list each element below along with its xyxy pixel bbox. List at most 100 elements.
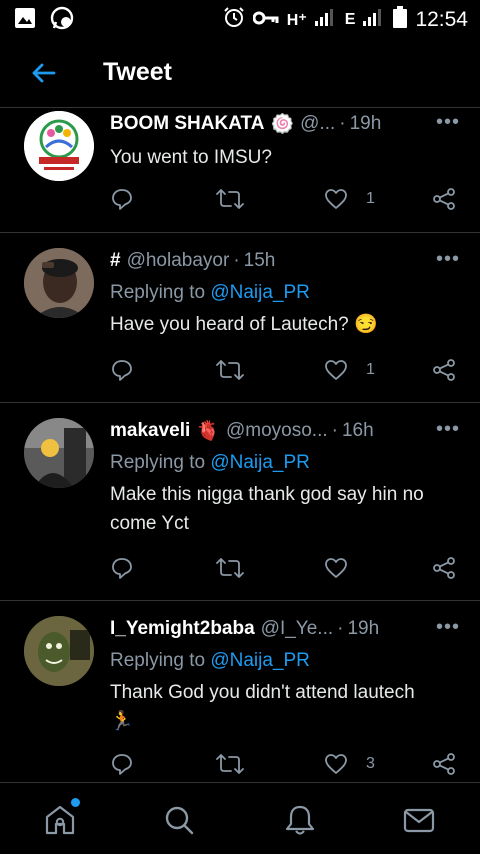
share-icon xyxy=(432,358,456,382)
tweet-text: Make this nigga thank god say hin no com… xyxy=(110,484,424,534)
mention-link[interactable]: @Naija_PR xyxy=(210,452,310,473)
retweet-button[interactable] xyxy=(216,358,244,382)
network-type-label: H⁺ xyxy=(286,12,307,29)
like-count: 3 xyxy=(366,755,375,772)
avatar-logo-image xyxy=(24,111,94,181)
reply-button[interactable] xyxy=(110,752,134,776)
more-options-icon[interactable]: ••• xyxy=(436,111,460,134)
avatar[interactable] xyxy=(24,616,94,686)
like-count: 1 xyxy=(366,361,375,378)
tweet-item[interactable]: I_Yemight2baba @I_Ye... · 19h ••• Replyi… xyxy=(0,602,480,782)
tweet-item[interactable]: makaveli 🫀 @moyoso... · 16h ••• Replying… xyxy=(0,404,480,601)
replying-to-line: Replying to @Naija_PR xyxy=(110,280,460,306)
tweet-text-emoji: 🏃 xyxy=(110,711,134,732)
tweet-author-name[interactable]: # xyxy=(110,250,121,272)
tweet-timestamp: 15h xyxy=(243,250,276,271)
reply-icon xyxy=(110,358,134,382)
more-options-icon[interactable]: ••• xyxy=(436,616,460,639)
heart-icon xyxy=(324,556,348,580)
share-icon xyxy=(432,187,456,211)
messages-icon[interactable] xyxy=(402,803,436,837)
reply-icon xyxy=(110,556,134,580)
reply-button[interactable] xyxy=(110,556,134,580)
avatar-photo-image xyxy=(24,418,94,488)
notifications-icon[interactable] xyxy=(283,803,317,837)
retweet-icon xyxy=(216,358,244,382)
like-button[interactable]: 1 xyxy=(324,358,375,382)
heart-icon xyxy=(324,752,348,776)
tweet-author-handle[interactable]: @... xyxy=(300,113,335,135)
tweet-item[interactable]: # @holabayor · 15h ••• Replying to @Naij… xyxy=(0,234,480,403)
signal-icon xyxy=(314,8,337,32)
search-icon[interactable] xyxy=(162,803,196,837)
meta-separator: · xyxy=(331,420,338,441)
reply-icon xyxy=(110,187,134,211)
arrow-left-icon[interactable] xyxy=(28,58,58,88)
like-button[interactable]: 1 xyxy=(324,187,375,211)
top-app-bar: Tweet xyxy=(0,38,480,108)
avatar[interactable] xyxy=(24,418,94,488)
retweet-icon xyxy=(216,187,244,211)
mention-link[interactable]: @Naija_PR xyxy=(210,282,310,303)
tweet-timestamp: 16h xyxy=(341,420,374,441)
whatsapp-icon xyxy=(50,6,74,35)
share-icon xyxy=(432,752,456,776)
retweet-button[interactable] xyxy=(216,187,244,211)
replying-to-label: Replying to xyxy=(110,282,211,303)
name-emoji: 🍥 xyxy=(270,114,295,135)
meta-separator: · xyxy=(337,618,344,639)
home-icon[interactable] xyxy=(43,798,80,837)
status-bar: H⁺ E 12:54 xyxy=(0,0,480,38)
tweet-text: You went to IMSU? xyxy=(110,147,272,168)
replying-to-label: Replying to xyxy=(110,650,211,671)
retweet-icon xyxy=(216,752,244,776)
alarm-icon xyxy=(223,6,245,34)
tweet-author-name[interactable]: makaveli xyxy=(110,420,190,442)
more-options-icon[interactable]: ••• xyxy=(436,418,460,441)
tweet-author-name[interactable]: I_Yemight2baba xyxy=(110,618,255,640)
meta-separator: · xyxy=(339,113,346,134)
tweet-item[interactable]: BOOM SHAKATA 🍥 @... · 19h ••• You went t… xyxy=(0,109,480,233)
reply-button[interactable] xyxy=(110,187,134,211)
page-title: Tweet xyxy=(103,58,172,86)
like-count: 1 xyxy=(366,190,375,207)
like-button[interactable]: 3 xyxy=(324,752,375,776)
replying-to-label: Replying to xyxy=(110,452,211,473)
gallery-icon xyxy=(14,7,36,34)
avatar-photo-image xyxy=(24,248,94,318)
heart-icon xyxy=(324,187,348,211)
signal-icon-2 xyxy=(363,8,385,32)
meta-separator: · xyxy=(233,250,240,271)
bottom-navigation xyxy=(0,782,480,854)
tweet-timestamp: 19h xyxy=(349,113,382,134)
notification-dot xyxy=(71,798,80,807)
reply-icon xyxy=(110,752,134,776)
more-options-icon[interactable]: ••• xyxy=(436,248,460,271)
share-button[interactable] xyxy=(432,556,456,580)
status-time: 12:54 xyxy=(415,8,468,31)
vpn-key-icon xyxy=(252,9,279,32)
reply-button[interactable] xyxy=(110,358,134,382)
tweet-author-handle[interactable]: @holabayor xyxy=(127,250,230,272)
share-button[interactable] xyxy=(432,358,456,382)
replying-to-line: Replying to @Naija_PR xyxy=(110,450,460,476)
avatar[interactable] xyxy=(24,248,94,318)
like-button[interactable] xyxy=(324,556,348,580)
avatar[interactable] xyxy=(24,111,94,181)
tweet-timestamp: 19h xyxy=(347,618,380,639)
retweet-button[interactable] xyxy=(216,752,244,776)
retweet-icon xyxy=(216,556,244,580)
tweet-text: Have you heard of Lautech? 😏 xyxy=(110,314,378,335)
share-button[interactable] xyxy=(432,187,456,211)
tweet-author-handle[interactable]: @moyoso... xyxy=(226,420,328,442)
mention-link[interactable]: @Naija_PR xyxy=(210,650,310,671)
tweet-author-handle[interactable]: @I_Ye... xyxy=(261,618,333,640)
share-icon xyxy=(432,556,456,580)
retweet-button[interactable] xyxy=(216,556,244,580)
tweet-author-name[interactable]: BOOM SHAKATA xyxy=(110,113,264,135)
replying-to-line: Replying to @Naija_PR xyxy=(110,648,460,674)
heart-icon xyxy=(324,358,348,382)
network-type-label-2: E xyxy=(344,11,356,28)
share-button[interactable] xyxy=(432,752,456,776)
name-emoji: 🫀 xyxy=(196,421,220,442)
